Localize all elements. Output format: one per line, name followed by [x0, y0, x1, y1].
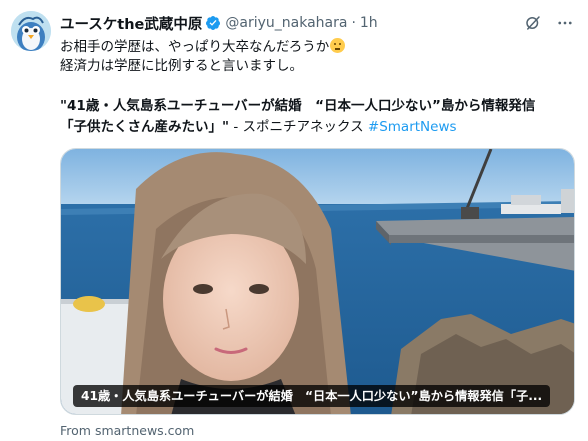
link-card[interactable]: 41歳・人気島系ユーチューバーが結婚 “日本一人口少ない”島から情報発信「子..…: [60, 148, 575, 415]
tweet-header: ユースケthe武蔵中原 @ariyu_nakahara · 1h: [60, 13, 378, 33]
link-suffix: - スポニチアネックス: [229, 119, 368, 135]
more-options-icon[interactable]: [556, 14, 574, 32]
card-caption: 41歳・人気島系ユーチューバーが結婚 “日本一人口少ない”島から情報発信「子..…: [73, 385, 551, 407]
user-handle[interactable]: @ariyu_nakahara: [225, 15, 347, 31]
grok-icon[interactable]: [524, 14, 542, 32]
shared-link-text: "41歳・人気島系ユーチューバーが結婚 “日本一人口少ない”島から情報発信 「子…: [60, 96, 580, 138]
tweet-text-line: お相手の学歴は、やっぱり大卒なんだろうか: [60, 38, 575, 57]
avatar[interactable]: [11, 11, 51, 51]
card-source[interactable]: From smartnews.com: [60, 423, 194, 438]
display-name[interactable]: ユースケthe武蔵中原: [60, 13, 202, 34]
penguin-avatar-icon: [11, 11, 51, 51]
tweet-text-line: 経済力は学歴に比例すると言いますし。: [60, 58, 303, 74]
link-subheadline: 「子供たくさん産みたい」": [60, 119, 230, 135]
thinking-face-emoji-icon: [330, 38, 346, 53]
article-photo: [61, 149, 574, 414]
dot-separator: ·: [351, 15, 356, 31]
timestamp[interactable]: 1h: [360, 15, 378, 31]
tweet[interactable]: ユースケthe武蔵中原 @ariyu_nakahara · 1h お相手の学歴は…: [0, 0, 588, 441]
link-headline: "41歳・人気島系ユーチューバーが結婚 “日本一人口少ない”島から情報発信: [60, 98, 536, 114]
link-subline: 「子供たくさん産みたい」" - スポニチアネックス #SmartNews: [60, 117, 580, 138]
tweet-actions: [524, 14, 574, 32]
hashtag-link[interactable]: #SmartNews: [368, 119, 457, 135]
tweet-text: お相手の学歴は、やっぱり大卒なんだろうか 経済力は学歴に比例すると言いますし。: [60, 38, 575, 76]
tweet-text-line-1: お相手の学歴は、やっぱり大卒なんだろうか: [60, 39, 330, 55]
verified-badge-icon: [205, 15, 221, 31]
